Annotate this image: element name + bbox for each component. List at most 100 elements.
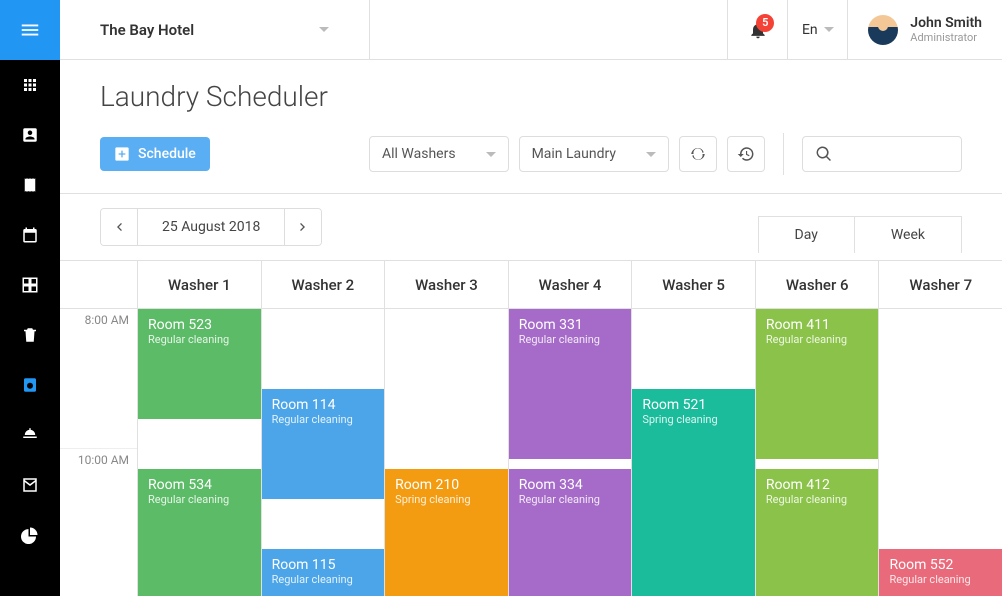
event-type: Regular cleaning (272, 573, 375, 586)
schedule-event[interactable]: Room 534Regular cleaning (138, 469, 261, 596)
location-filter-label: Main Laundry (532, 146, 616, 162)
time-label: 10:00 AM (60, 449, 137, 596)
nav-dining[interactable] (0, 410, 60, 460)
schedule-event[interactable]: Room 552Regular cleaning (879, 549, 1002, 596)
page-title: Laundry Scheduler (100, 80, 962, 113)
event-type: Regular cleaning (766, 333, 869, 346)
washer-column: Washer 7 Room 552Regular cleaning (879, 261, 1002, 596)
schedule-event[interactable]: Room 412Regular cleaning (756, 469, 879, 596)
event-type: Regular cleaning (766, 493, 869, 506)
event-room: Room 523 (148, 317, 251, 333)
nav-reports[interactable] (0, 510, 60, 560)
time-column: 8:00 AM10:00 AM (60, 261, 138, 596)
washer-filter[interactable]: All Washers (369, 136, 509, 172)
washer-body[interactable]: Room 114Regular cleaning Room 115Regular … (262, 309, 385, 596)
schedule-event[interactable]: Room 114Regular cleaning (262, 389, 385, 499)
event-type: Regular cleaning (148, 333, 251, 346)
refresh-button[interactable] (679, 136, 717, 172)
schedule-event[interactable]: Room 334Regular cleaning (509, 469, 632, 596)
washer-header: Washer 2 (262, 261, 385, 309)
schedule-event[interactable]: Room 411Regular cleaning (756, 309, 879, 459)
schedule-event[interactable]: Room 115Regular cleaning (262, 549, 385, 596)
calendar-icon (21, 226, 39, 244)
main-menu-button[interactable] (0, 0, 60, 60)
event-room: Room 210 (395, 477, 498, 493)
nav-calendar[interactable] (0, 210, 60, 260)
time-label: 8:00 AM (60, 309, 137, 449)
washer-header: Washer 7 (879, 261, 1002, 309)
washer-body[interactable]: Room 521Spring cleaning (632, 309, 755, 596)
laundry-icon (21, 376, 39, 394)
toolbar: Schedule All Washers Main Laundry (60, 125, 1002, 194)
washer-filter-label: All Washers (382, 146, 456, 162)
refresh-icon (689, 145, 707, 163)
user-menu[interactable]: John Smith Administrator (847, 0, 1002, 60)
current-date[interactable]: 25 August 2018 (137, 209, 285, 245)
event-type: Spring cleaning (395, 493, 498, 506)
event-type: Spring cleaning (642, 413, 745, 426)
washer-body[interactable]: Room 523Regular cleaningRoom 534Regular … (138, 309, 261, 596)
prev-date-button[interactable] (101, 209, 137, 245)
washer-header: Washer 4 (509, 261, 632, 309)
event-room: Room 334 (519, 477, 622, 493)
nav-apps[interactable] (0, 60, 60, 110)
contact-icon (21, 126, 39, 144)
history-icon (737, 145, 755, 163)
washer-column: Washer 3Room 210Spring cleaning (385, 261, 509, 596)
user-name: John Smith (910, 15, 982, 31)
caret-down-icon (646, 152, 656, 157)
washer-header: Washer 1 (138, 261, 261, 309)
chart-icon (21, 526, 39, 544)
location-filter[interactable]: Main Laundry (519, 136, 669, 172)
chevron-left-icon (111, 219, 127, 235)
washer-column: Washer 6Room 411Regular cleaningRoom 412… (756, 261, 880, 596)
event-room: Room 534 (148, 477, 251, 493)
schedule-event[interactable]: Room 210Spring cleaning (385, 469, 508, 596)
view-tabs: Day Week (758, 216, 962, 238)
nav-receipts[interactable] (0, 160, 60, 210)
washer-body[interactable]: Room 331Regular cleaningRoom 334Regular … (509, 309, 632, 596)
language-selector[interactable]: En (787, 0, 847, 60)
schedule-event[interactable]: Room 521Spring cleaning (632, 389, 755, 596)
scheduler-grid: Washer 1Room 523Regular cleaningRoom 534… (138, 261, 1002, 596)
history-button[interactable] (727, 136, 765, 172)
hotel-selector[interactable]: The Bay Hotel (60, 0, 370, 60)
nav-mail[interactable] (0, 460, 60, 510)
event-room: Room 552 (889, 557, 992, 573)
search-icon (815, 145, 833, 163)
search-input[interactable] (802, 136, 962, 172)
rooms-icon (21, 276, 39, 294)
washer-header: Washer 6 (756, 261, 879, 309)
next-date-button[interactable] (285, 209, 321, 245)
tab-week[interactable]: Week (855, 216, 962, 253)
washer-column: Washer 1Room 523Regular cleaningRoom 534… (138, 261, 262, 596)
hamburger-icon (19, 19, 41, 41)
mail-icon (21, 476, 39, 494)
tab-day[interactable]: Day (758, 216, 855, 253)
nav-trash[interactable] (0, 310, 60, 360)
event-type: Regular cleaning (148, 493, 251, 506)
schedule-button[interactable]: Schedule (100, 137, 210, 171)
notification-badge: 5 (756, 14, 774, 32)
user-role: Administrator (910, 31, 982, 44)
nav-laundry[interactable] (0, 360, 60, 410)
washer-body[interactable]: Room 552Regular cleaning (879, 309, 1002, 596)
event-room: Room 331 (519, 317, 622, 333)
scheduler: 8:00 AM10:00 AM Washer 1Room 523Regular … (60, 261, 1002, 596)
schedule-button-label: Schedule (138, 146, 196, 162)
event-room: Room 412 (766, 477, 869, 493)
schedule-event[interactable]: Room 331Regular cleaning (509, 309, 632, 459)
nav-contacts[interactable] (0, 110, 60, 160)
washer-body[interactable]: Room 411Regular cleaningRoom 412Regular … (756, 309, 879, 596)
nav-rooms[interactable] (0, 260, 60, 310)
notifications-button[interactable]: 5 (727, 0, 787, 60)
washer-body[interactable]: Room 210Spring cleaning (385, 309, 508, 596)
page-header: Laundry Scheduler (60, 60, 1002, 125)
dining-icon (21, 426, 39, 444)
plus-icon (114, 146, 130, 162)
schedule-event[interactable]: Room 523Regular cleaning (138, 309, 261, 419)
washer-column: Washer 4Room 331Regular cleaningRoom 334… (509, 261, 633, 596)
caret-down-icon (824, 27, 834, 32)
event-room: Room 115 (272, 557, 375, 573)
washer-column: Washer 2 Room 114Regular cleaning Room 115… (262, 261, 386, 596)
